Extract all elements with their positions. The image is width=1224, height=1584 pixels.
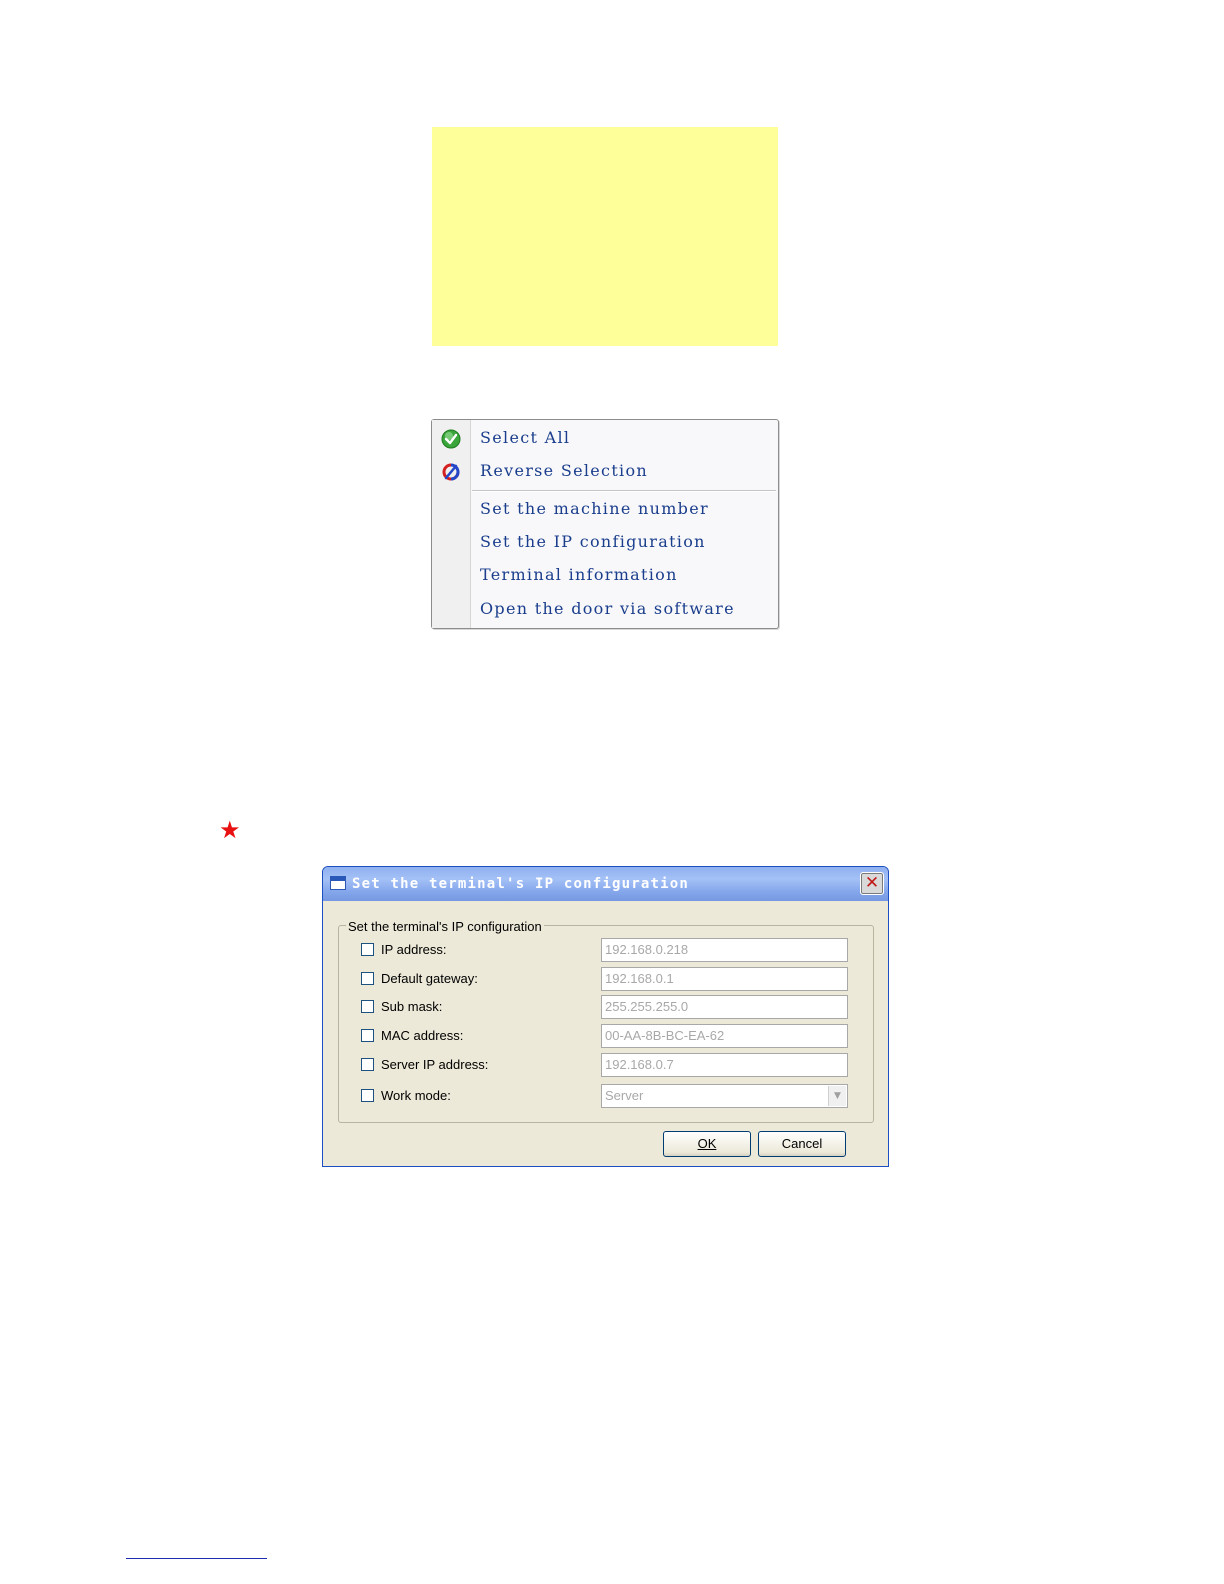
field-row-sub-mask: Sub mask: 255.255.255.0: [323, 995, 888, 1021]
field-row-work-mode: Work mode: Server ▼: [323, 1084, 888, 1110]
work-mode-value: Server: [605, 1088, 644, 1103]
server-ip-checkbox[interactable]: [361, 1058, 374, 1071]
menu-separator: [472, 490, 776, 492]
field-label: Default gateway:: [381, 971, 478, 986]
server-ip-input[interactable]: 192.168.0.7: [601, 1053, 848, 1077]
field-row-default-gateway: Default gateway: 192.168.0.1: [323, 967, 888, 993]
yellow-note-box: [432, 127, 778, 346]
footnote-separator: [126, 1558, 267, 1559]
menu-item-set-ip-configuration[interactable]: Set the IP configuration: [432, 526, 778, 559]
menu-item-label: Set the IP configuration: [480, 532, 706, 551]
ip-address-input[interactable]: 192.168.0.218: [601, 938, 848, 962]
sub-mask-checkbox[interactable]: [361, 1000, 374, 1013]
close-icon: ✕: [864, 873, 880, 893]
field-label: Server IP address:: [381, 1057, 489, 1072]
menu-item-terminal-information[interactable]: Terminal information: [432, 559, 778, 592]
ok-button[interactable]: OK: [663, 1131, 751, 1157]
close-button[interactable]: ✕: [860, 872, 884, 895]
window-icon: [330, 876, 346, 890]
menu-item-set-machine-number[interactable]: Set the machine number: [432, 493, 778, 526]
field-label: MAC address:: [381, 1028, 464, 1043]
field-row-server-ip: Server IP address: 192.168.0.7: [323, 1053, 888, 1079]
chevron-down-icon[interactable]: ▼: [828, 1086, 846, 1106]
dialog-title: Set the terminal's IP configuration: [352, 876, 690, 892]
menu-item-label: Set the machine number: [480, 499, 709, 518]
default-gateway-checkbox[interactable]: [361, 972, 374, 985]
menu-item-label: Terminal information: [480, 565, 678, 584]
ok-button-label: OK: [697, 1136, 717, 1151]
menu-item-open-door[interactable]: Open the door via software: [432, 593, 778, 626]
menu-item-reverse-selection[interactable]: Reverse Selection: [432, 455, 778, 488]
default-gateway-input[interactable]: 192.168.0.1: [601, 967, 848, 991]
menu-item-select-all[interactable]: Select All: [432, 422, 778, 455]
mac-address-checkbox[interactable]: [361, 1029, 374, 1042]
field-label: Work mode:: [381, 1088, 451, 1103]
work-mode-checkbox[interactable]: [361, 1089, 374, 1102]
green-check-icon: [441, 429, 461, 449]
context-menu: Select All Reverse Selection Set the mac…: [431, 419, 779, 629]
ip-address-checkbox[interactable]: [361, 943, 374, 956]
reverse-selection-icon: [442, 463, 460, 481]
work-mode-select[interactable]: Server ▼: [601, 1084, 848, 1108]
field-label: Sub mask:: [381, 999, 443, 1014]
field-row-mac-address: MAC address: 00-AA-8B-BC-EA-62: [323, 1024, 888, 1050]
red-star-icon: ★: [219, 816, 241, 844]
cancel-button[interactable]: Cancel: [758, 1131, 846, 1157]
sub-mask-input[interactable]: 255.255.255.0: [601, 995, 848, 1019]
field-row-ip-address: IP address: 192.168.0.218: [323, 938, 888, 964]
menu-item-label: Reverse Selection: [480, 461, 648, 480]
cancel-button-label: Cancel: [781, 1136, 823, 1151]
dialog-titlebar[interactable]: Set the terminal's IP configuration ✕: [323, 867, 888, 901]
groupbox-title: Set the terminal's IP configuration: [346, 919, 544, 934]
menu-item-label: Select All: [480, 428, 571, 447]
field-label: IP address:: [381, 942, 447, 957]
menu-item-label: Open the door via software: [480, 599, 735, 618]
mac-address-input[interactable]: 00-AA-8B-BC-EA-62: [601, 1024, 848, 1048]
ip-config-dialog: Set the terminal's IP configuration ✕ Se…: [322, 866, 889, 1167]
